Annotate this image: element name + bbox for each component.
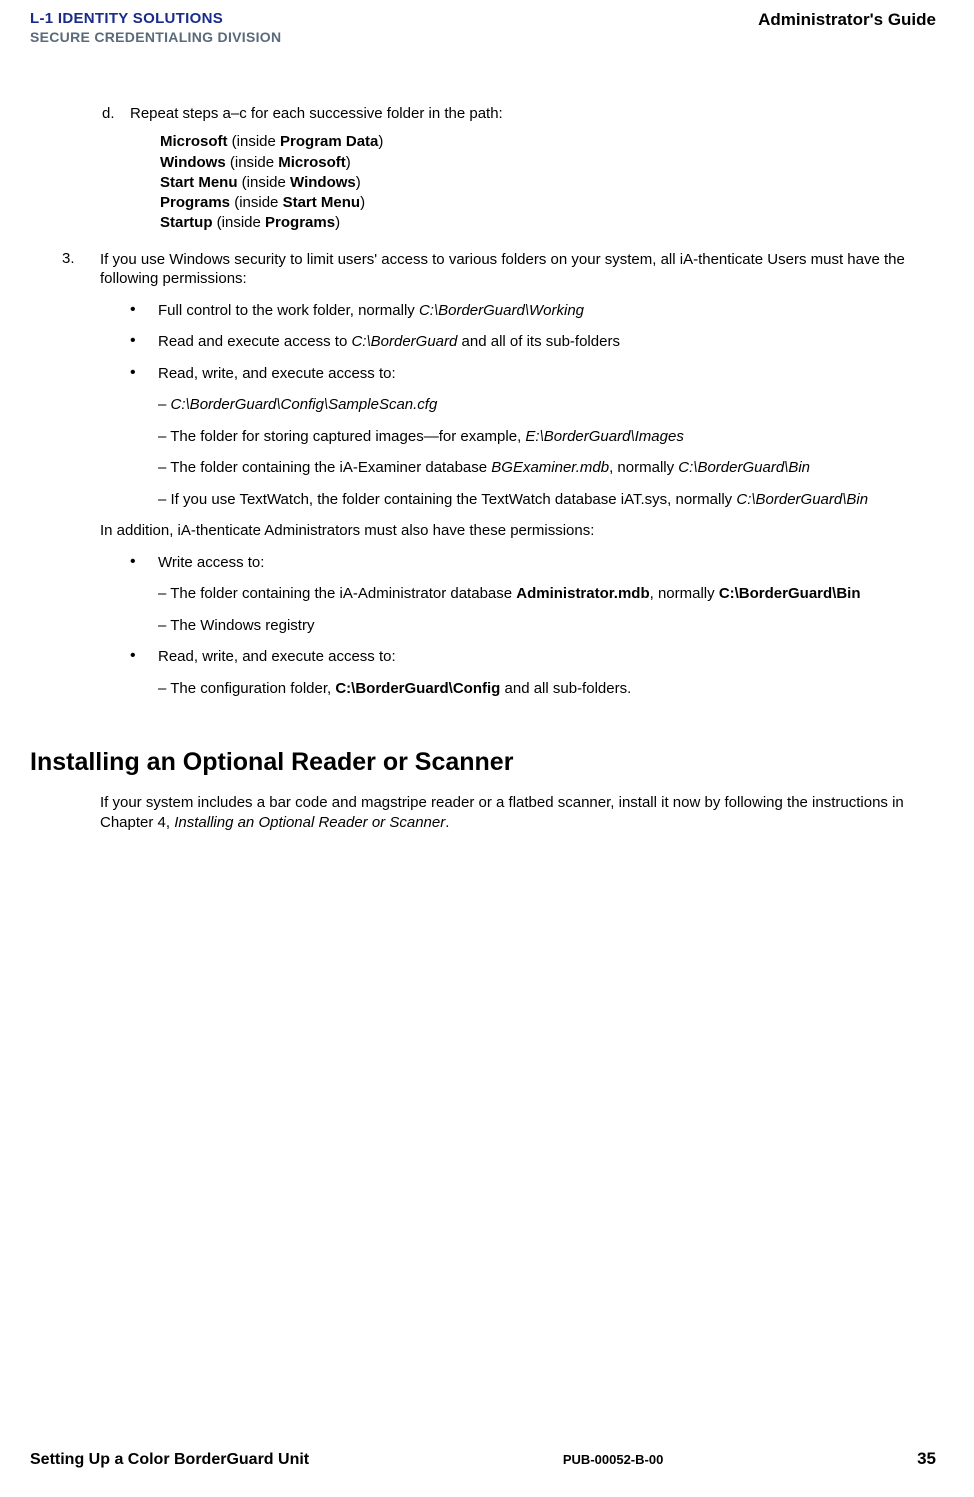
bullet-item: • Full control to the work folder, norma… [130, 301, 926, 321]
logo-line-1: L-1 IDENTITY SOLUTIONS [30, 10, 281, 27]
path-italic: C:\BorderGuard\Bin [736, 491, 868, 508]
filename-bold: Administrator.mdb [516, 585, 649, 602]
text: and all of its sub-folders [457, 333, 620, 350]
text: ) [335, 214, 340, 231]
dash-item: – The folder containing the iA-Examiner … [158, 458, 926, 478]
path-bold: C:\BorderGuard\Bin [719, 585, 861, 602]
folder-name: Windows [160, 154, 226, 171]
bullet-icon: • [130, 553, 158, 573]
bullet-icon: • [130, 647, 158, 667]
page-footer: Setting Up a Color BorderGuard Unit PUB-… [30, 1449, 936, 1469]
substep-text: Repeat steps a–c for each successive fol… [130, 105, 926, 122]
folder-line: Microsoft (inside Program Data) [160, 132, 926, 152]
text: , normally [609, 459, 678, 476]
text: (inside [238, 174, 291, 191]
bullet-item: • Write access to: [130, 553, 926, 573]
folder-parent: Start Menu [283, 194, 361, 211]
bullet-text: Read and execute access to C:\BorderGuar… [158, 332, 926, 352]
folder-line: Programs (inside Start Menu) [160, 193, 926, 213]
bullet-item: • Read, write, and execute access to: [130, 647, 926, 667]
paragraph: In addition, iA-thenticate Administrator… [100, 521, 926, 541]
section-heading: Installing an Optional Reader or Scanner [30, 748, 926, 777]
path-italic: E:\BorderGuard\Images [525, 428, 683, 445]
text: ) [360, 194, 365, 211]
text: (inside [226, 154, 279, 171]
bullet-text: Write access to: [158, 553, 926, 573]
bullet-text: Read, write, and execute access to: [158, 647, 926, 667]
text: – The configuration folder, [158, 680, 335, 697]
folder-line: Start Menu (inside Windows) [160, 173, 926, 193]
text: . [445, 814, 449, 831]
text: (inside [230, 194, 283, 211]
folder-name: Programs [160, 194, 230, 211]
dash-item: – The Windows registry [158, 616, 926, 636]
text: – The folder containing the iA-Examiner … [158, 459, 491, 476]
step-text: If you use Windows security to limit use… [100, 250, 926, 289]
section-paragraph: If your system includes a bar code and m… [100, 793, 926, 832]
dash-item: – If you use TextWatch, the folder conta… [158, 490, 926, 510]
folder-name: Start Menu [160, 174, 238, 191]
bullet-item: • Read, write, and execute access to: [130, 364, 926, 384]
text: (inside [228, 133, 281, 150]
bullet-icon: • [130, 301, 158, 321]
path-bold: C:\BorderGuard\Config [335, 680, 500, 697]
footer-section-title: Setting Up a Color BorderGuard Unit [30, 1451, 309, 1469]
bullet-item: • Read and execute access to C:\BorderGu… [130, 332, 926, 352]
folder-line: Windows (inside Microsoft) [160, 153, 926, 173]
bullet-text: Read, write, and execute access to: [158, 364, 926, 384]
text: (inside [213, 214, 266, 231]
text: – [158, 396, 171, 413]
folder-path-list: Microsoft (inside Program Data) Windows … [160, 132, 926, 233]
substep-marker: d. [100, 105, 130, 122]
dash-item: – The folder for storing captured images… [158, 427, 926, 447]
substep-d: d. Repeat steps a–c for each successive … [100, 105, 926, 122]
text: and all sub-folders. [500, 680, 631, 697]
step-marker: 3. [62, 250, 100, 289]
text: – The folder containing the iA-Administr… [158, 585, 516, 602]
path-italic: C:\BorderGuard [351, 333, 457, 350]
logo-line-2: SECURE CREDENTIALING DIVISION [30, 29, 281, 45]
text: ) [378, 133, 383, 150]
bullet-icon: • [130, 364, 158, 384]
page-header: L-1 IDENTITY SOLUTIONS SECURE CREDENTIAL… [30, 10, 936, 45]
path-italic: C:\BorderGuard\Bin [678, 459, 810, 476]
page-content: d. Repeat steps a–c for each successive … [30, 105, 936, 832]
folder-parent: Programs [265, 214, 335, 231]
text: – The folder for storing captured images… [158, 428, 525, 445]
logo-rest: IDENTITY SOLUTIONS [53, 10, 223, 27]
footer-pub-number: PUB-00052-B-00 [563, 1452, 663, 1467]
text: Full control to the work folder, normall… [158, 302, 419, 319]
dash-item: – The configuration folder, C:\BorderGua… [158, 679, 926, 699]
text: ) [356, 174, 361, 191]
logo-prefix: L-1 [30, 10, 53, 27]
text: , normally [650, 585, 719, 602]
folder-parent: Windows [290, 174, 356, 191]
bullet-text: Full control to the work folder, normall… [158, 301, 926, 321]
step-3: 3. If you use Windows security to limit … [62, 250, 926, 289]
dash-item: – C:\BorderGuard\Config\SampleScan.cfg [158, 395, 926, 415]
brand-logo: L-1 IDENTITY SOLUTIONS SECURE CREDENTIAL… [30, 10, 281, 45]
text: – If you use TextWatch, the folder conta… [158, 491, 736, 508]
folder-line: Startup (inside Programs) [160, 213, 926, 233]
folder-name: Startup [160, 214, 213, 231]
folder-name: Microsoft [160, 133, 228, 150]
document-title: Administrator's Guide [758, 10, 936, 30]
text: ) [346, 154, 351, 171]
path-italic: C:\BorderGuard\Config\SampleScan.cfg [171, 396, 438, 413]
dash-item: – The folder containing the iA-Administr… [158, 584, 926, 604]
text: Read and execute access to [158, 333, 351, 350]
filename-italic: BGExaminer.mdb [491, 459, 609, 476]
path-italic: C:\BorderGuard\Working [419, 302, 584, 319]
folder-parent: Microsoft [278, 154, 346, 171]
bullet-icon: • [130, 332, 158, 352]
chapter-title-italic: Installing an Optional Reader or Scanner [174, 814, 445, 831]
folder-parent: Program Data [280, 133, 378, 150]
footer-page-number: 35 [917, 1449, 936, 1469]
